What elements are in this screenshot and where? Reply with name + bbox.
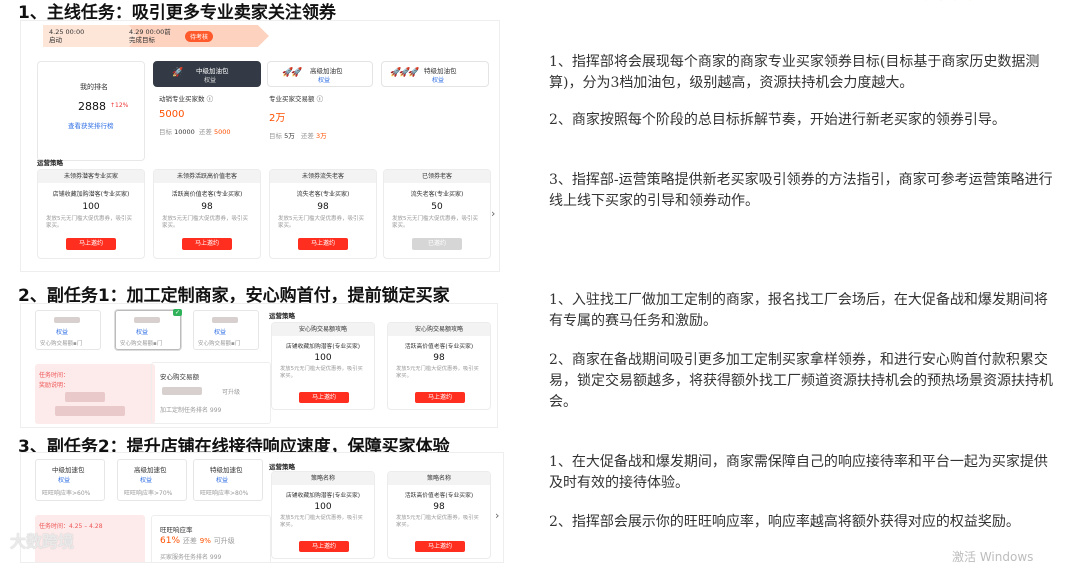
task-info-box: 任务时间： 奖励说明：	[35, 364, 155, 424]
rank-change: ↑12%	[110, 102, 129, 109]
timeline-start-date: 4.25 00:00	[49, 28, 85, 36]
strategy-card: 已领券老客 流失老客(专业买家) 50 发放5元无门槛大促优惠券，吸引买家买。 …	[383, 169, 491, 259]
main-task-desc-1: 1、指挥部将会展现每个商家的商家专业买家领券目标(目标基于商家历史数据测算)，分…	[549, 54, 1040, 91]
invited-button: 已邀约	[412, 238, 462, 250]
main-task-desc-3: 3、指挥部-运营策略提供新老买家吸引领券的方法指引，商家可参考运营策略进行线上线…	[549, 172, 1053, 209]
rank-value: 2888	[78, 100, 106, 113]
help-icon: ⓘ	[316, 95, 324, 103]
subtask1-screenshot: 权益 安心购交易额▪门 权益 安心购交易额▪门 ✓ 权益 安心购交易额▪门 任务…	[20, 303, 498, 428]
goal-gmv: 专业买家交易额 ⓘ 2万 目标 5万 还差 3万	[269, 95, 327, 140]
main-task-desc-2: 2、商家按照每个阶段的总目标拆解节奏，开始进行新老买家的领券引导。	[549, 112, 1006, 128]
strategy-card: 策略名称 活跃高价值老客(专业买家) 98 发放5元无门槛大促优惠券，吸引买家买…	[387, 471, 491, 559]
level-card[interactable]: 中级加速包 权益 旺旺响应率>60%	[35, 459, 105, 501]
strategy-card: 策略名称 店铺收藏加购潜客(专业买家) 100 发放5元无门槛大促优惠券，吸引买…	[271, 471, 375, 559]
leaderboard-link[interactable]: 查看获奖排行榜	[68, 120, 114, 130]
help-icon: ⓘ	[206, 95, 214, 103]
timeline-target-date: 4.29 00:00前	[129, 28, 171, 36]
timeline-target-label: 完成目标	[129, 36, 155, 45]
tab-top-pack[interactable]: 🚀🚀🚀 特级加油包 权益	[381, 61, 489, 87]
tab-mid-pack[interactable]: 🚀 中级加油包 权益	[153, 61, 261, 87]
invite-button[interactable]: 马上邀约	[298, 238, 348, 250]
rank-title: 我的排名	[80, 83, 108, 91]
level-card[interactable]: 特级加速包 权益 旺旺响应率>80%	[193, 459, 263, 501]
subtask2-desc-2: 2、指挥部会展示你的旺旺响应率，响应率越高将额外获得对应的权益奖励。	[549, 514, 1020, 530]
level-card[interactable]: 高级加速包 权益 旺旺响应率>70%	[117, 459, 187, 501]
subtask1-desc-2: 2、商家在备战期间吸引更多加工定制买家拿样领券，和进行安心购首付款积累交易，锁定…	[549, 352, 1053, 410]
invite-button[interactable]: 马上邀约	[66, 238, 116, 250]
subtask2-desc-1: 1、在大促备战和爆发期间，商家需保障自己的响应接待率和平台一起为买家提供及时有效…	[549, 454, 1048, 491]
decor-dots: ● ● ● ●	[922, 0, 976, 2]
invite-button[interactable]: 马上邀约	[415, 392, 465, 403]
main-task-screenshot: 4.25 00:00 启动 4.29 00:00前 完成目标 待考核 我的排名 …	[20, 20, 500, 272]
metric-box: 安心购交易额 可升级 加工定制任务排名 999	[151, 362, 271, 424]
metric-box: 旺旺响应率 61% 还差 9% 可升级 买家服务任务排名 999	[151, 515, 271, 562]
check-icon: ✓	[172, 309, 182, 316]
timeline-start-label: 启动	[49, 36, 62, 45]
windows-watermark: 激活 Windows	[952, 550, 1034, 563]
strategy-card: 未领券潜客专业买家 店铺收藏加购潜客(专业买家) 100 发放5元无门槛大促优惠…	[37, 169, 145, 259]
strategy-card: 未领券流失老客 流失老客(专业买家) 98 发放5元无门槛大促优惠券，吸引买家买…	[269, 169, 377, 259]
subtask1-desc-1: 1、入驻找工厂做加工定制的商家，报名找工厂会场后，在大促备战和爆发期间将有专属的…	[549, 292, 1048, 329]
brand-logo: 大数跨境	[10, 532, 75, 551]
rocket-icon: 🚀	[172, 68, 183, 78]
rocket-icon: 🚀🚀	[282, 68, 302, 78]
strategy-card: 未领券活跃高价值老客 活跃高价值老客(专业买家) 98 发放5元无门槛大促优惠券…	[153, 169, 261, 259]
status-badge: 待考核	[185, 31, 214, 42]
chevron-right-icon[interactable]: ›	[491, 207, 495, 220]
task-timeline: 4.25 00:00 启动 4.29 00:00前 完成目标 待考核	[21, 25, 499, 49]
rank-box: 我的排名 2888 ↑12% 查看获奖排行榜	[37, 61, 145, 161]
invite-button[interactable]: 马上邀约	[299, 541, 349, 552]
invite-button[interactable]: 马上邀约	[182, 238, 232, 250]
subtask2-screenshot: 中级加速包 权益 旺旺响应率>60% 高级加速包 权益 旺旺响应率>70% 特级…	[20, 452, 504, 563]
strategy-label: 运营策略	[269, 463, 295, 471]
brand-card[interactable]: 权益 安心购交易额▪门	[193, 310, 259, 350]
invite-button[interactable]: 马上邀约	[415, 541, 465, 552]
invite-button[interactable]: 马上邀约	[299, 392, 349, 403]
tab-high-pack[interactable]: 🚀🚀 高级加油包 权益	[267, 61, 373, 87]
chevron-right-icon[interactable]: ›	[495, 509, 499, 522]
strategy-label: 运营策略	[269, 312, 295, 320]
rocket-icon: 🚀🚀🚀	[390, 68, 420, 78]
strategy-card: 安心购交易额攻略 活跃高价值老客(专业买家) 98 发放5元无门槛大促优惠券，吸…	[387, 322, 491, 410]
goal-buyer-count: 动销专业买家数 ⓘ 5000 目标 10000 还差 5000	[159, 95, 231, 136]
strategy-card: 安心购交易额攻略 店铺收藏加购潜客(专业买家) 100 发放5元无门槛大促优惠券…	[271, 322, 375, 410]
strategy-label: 运营策略	[37, 159, 63, 167]
brand-card-selected[interactable]: 权益 安心购交易额▪门 ✓	[115, 309, 182, 350]
brand-card[interactable]: 权益 安心购交易额▪门	[35, 310, 101, 350]
